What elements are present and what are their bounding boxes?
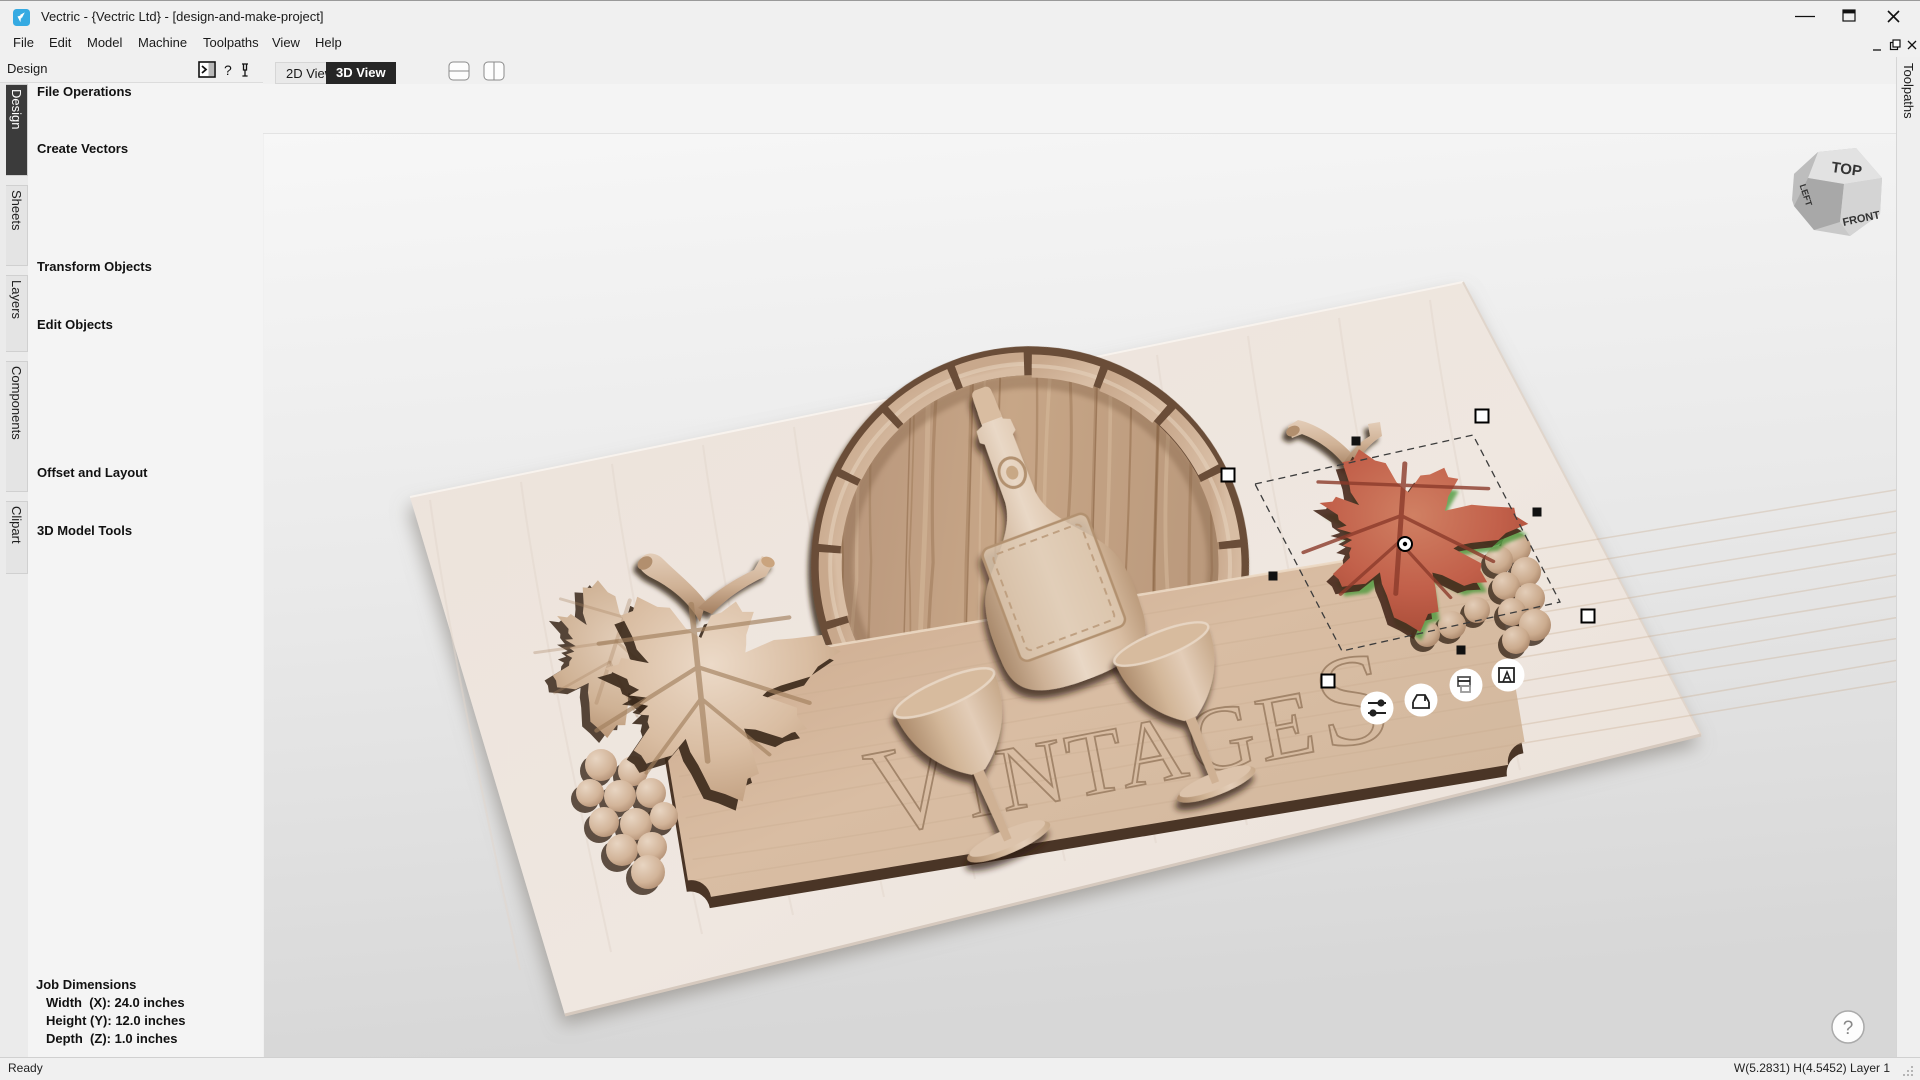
svg-text:?: ? xyxy=(1843,1018,1854,1039)
svg-text:?: ? xyxy=(224,62,232,78)
